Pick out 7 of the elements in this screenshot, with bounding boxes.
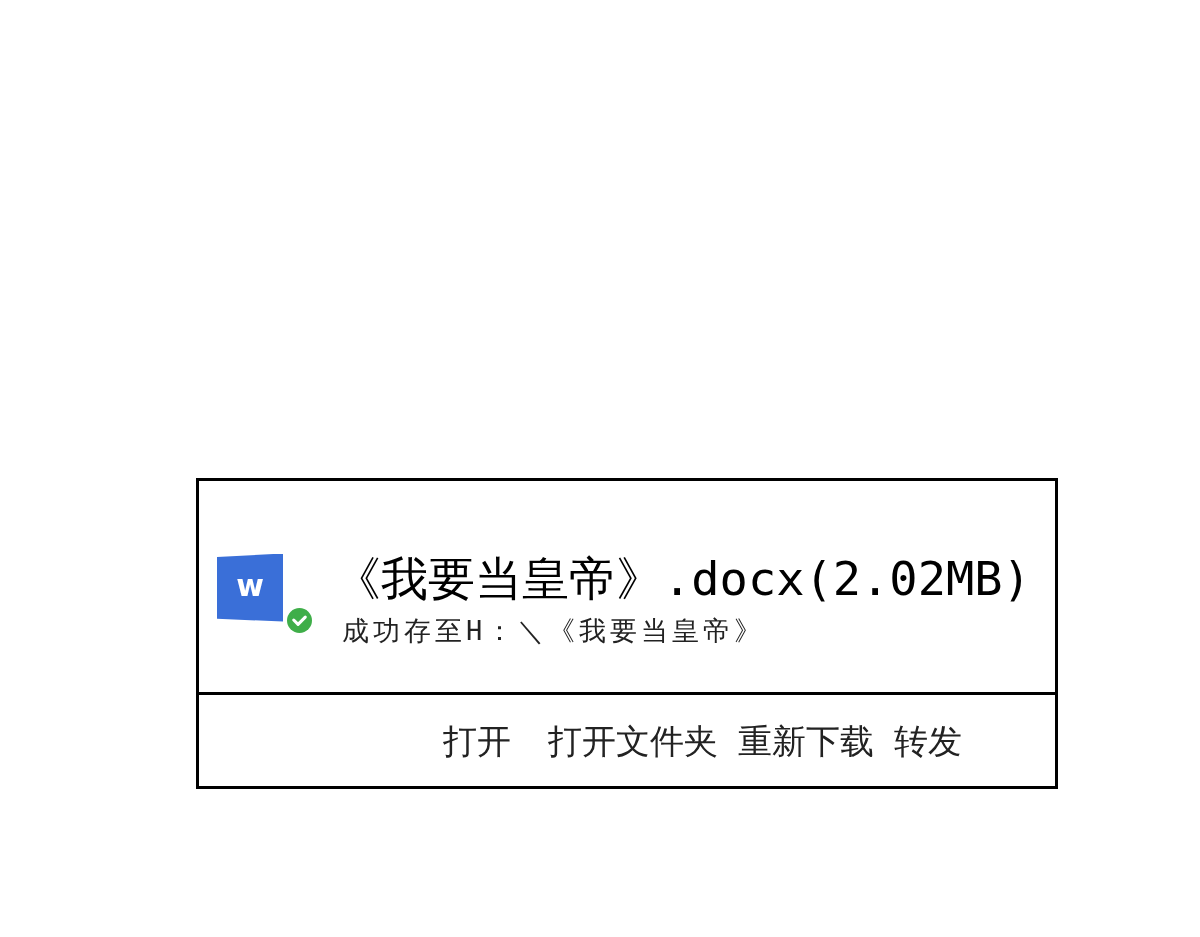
- file-name: 《我要当皇帝》.docx(2.02MB): [334, 550, 1031, 607]
- document-logo: w: [217, 553, 283, 622]
- action-button[interactable]: 重新下载: [738, 723, 874, 758]
- action-button[interactable]: 打开: [443, 723, 511, 758]
- action-button[interactable]: 打开文件夹: [548, 723, 718, 758]
- save-status: 成功存至H：＼《我要当皇帝》: [342, 613, 767, 648]
- action-button[interactable]: 转发: [894, 723, 962, 758]
